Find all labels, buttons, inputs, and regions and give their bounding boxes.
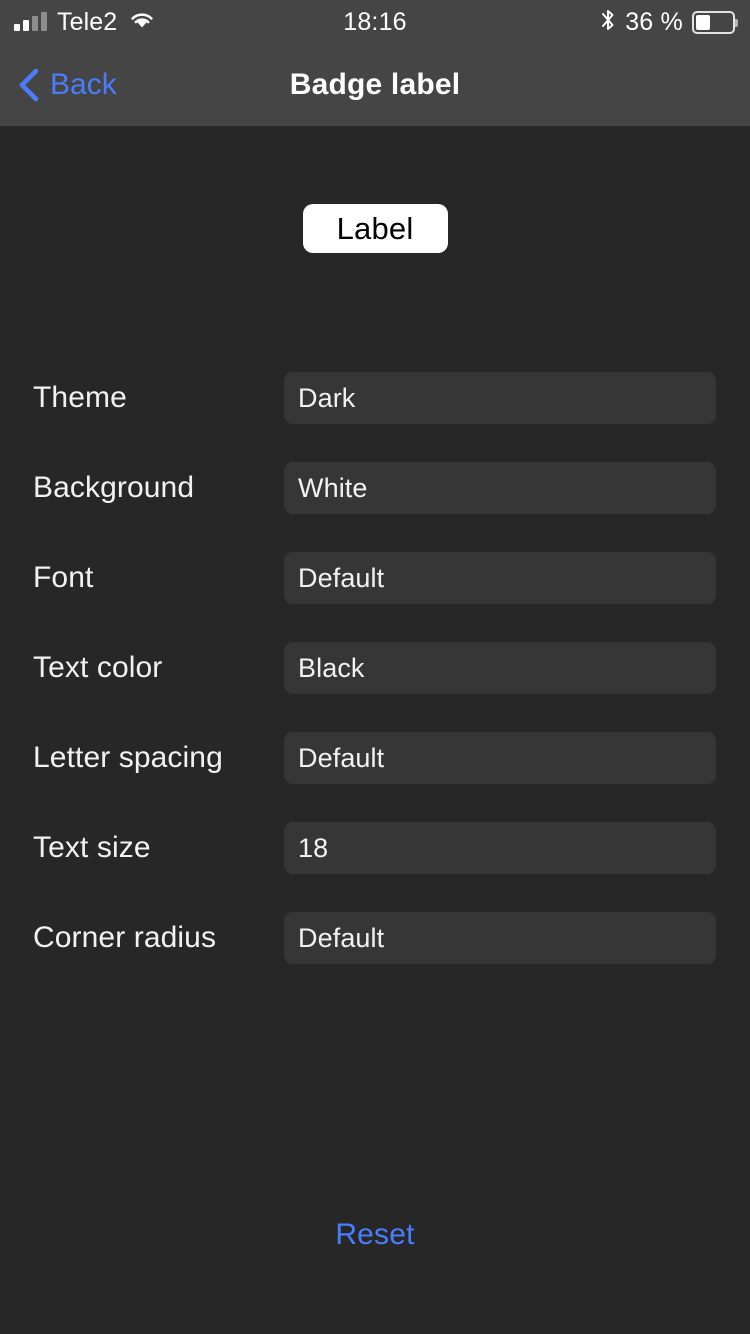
- setting-row-theme: Theme Dark: [0, 372, 750, 424]
- setting-field-background[interactable]: White: [284, 462, 716, 514]
- reset-button[interactable]: Reset: [335, 1218, 414, 1252]
- phone-screen: Tele2 18:16 36 % Back Badge label Label …: [0, 0, 750, 1334]
- setting-label-theme: Theme: [33, 381, 127, 414]
- setting-row-text-color: Text color Black: [0, 642, 750, 694]
- battery-percent-label: 36 %: [625, 7, 683, 36]
- status-bar: Tele2 18:16 36 %: [0, 0, 750, 44]
- setting-label-text-size: Text size: [33, 831, 151, 864]
- battery-icon: [692, 10, 738, 34]
- setting-label-background: Background: [33, 471, 195, 504]
- badge-preview[interactable]: Label: [302, 204, 448, 253]
- setting-field-text-color[interactable]: Black: [284, 642, 716, 694]
- setting-field-theme[interactable]: Dark: [284, 372, 716, 424]
- bluetooth-icon: [600, 7, 616, 38]
- navigation-bar: Back Badge label: [0, 44, 750, 126]
- setting-label-font: Font: [33, 561, 94, 594]
- setting-field-corner-radius[interactable]: Default: [284, 912, 716, 964]
- setting-row-background: Background White: [0, 462, 750, 514]
- setting-row-font: Font Default: [0, 552, 750, 604]
- settings-list: Theme Dark Background White Font Default…: [0, 372, 750, 1002]
- status-bar-right: 36 %: [600, 0, 738, 44]
- setting-label-letter-spacing: Letter spacing: [33, 741, 223, 774]
- setting-field-letter-spacing[interactable]: Default: [284, 732, 716, 784]
- badge-preview-area: Label: [0, 204, 750, 253]
- clock-label: 18:16: [343, 7, 407, 36]
- footer-actions: Reset: [0, 1218, 750, 1252]
- setting-field-font[interactable]: Default: [284, 552, 716, 604]
- setting-row-letter-spacing: Letter spacing Default: [0, 732, 750, 784]
- setting-label-corner-radius: Corner radius: [33, 921, 217, 954]
- setting-row-corner-radius: Corner radius Default: [0, 912, 750, 964]
- setting-row-text-size: Text size 18: [0, 822, 750, 874]
- setting-label-text-color: Text color: [33, 651, 163, 684]
- page-title: Badge label: [289, 68, 461, 101]
- setting-field-text-size[interactable]: 18: [284, 822, 716, 874]
